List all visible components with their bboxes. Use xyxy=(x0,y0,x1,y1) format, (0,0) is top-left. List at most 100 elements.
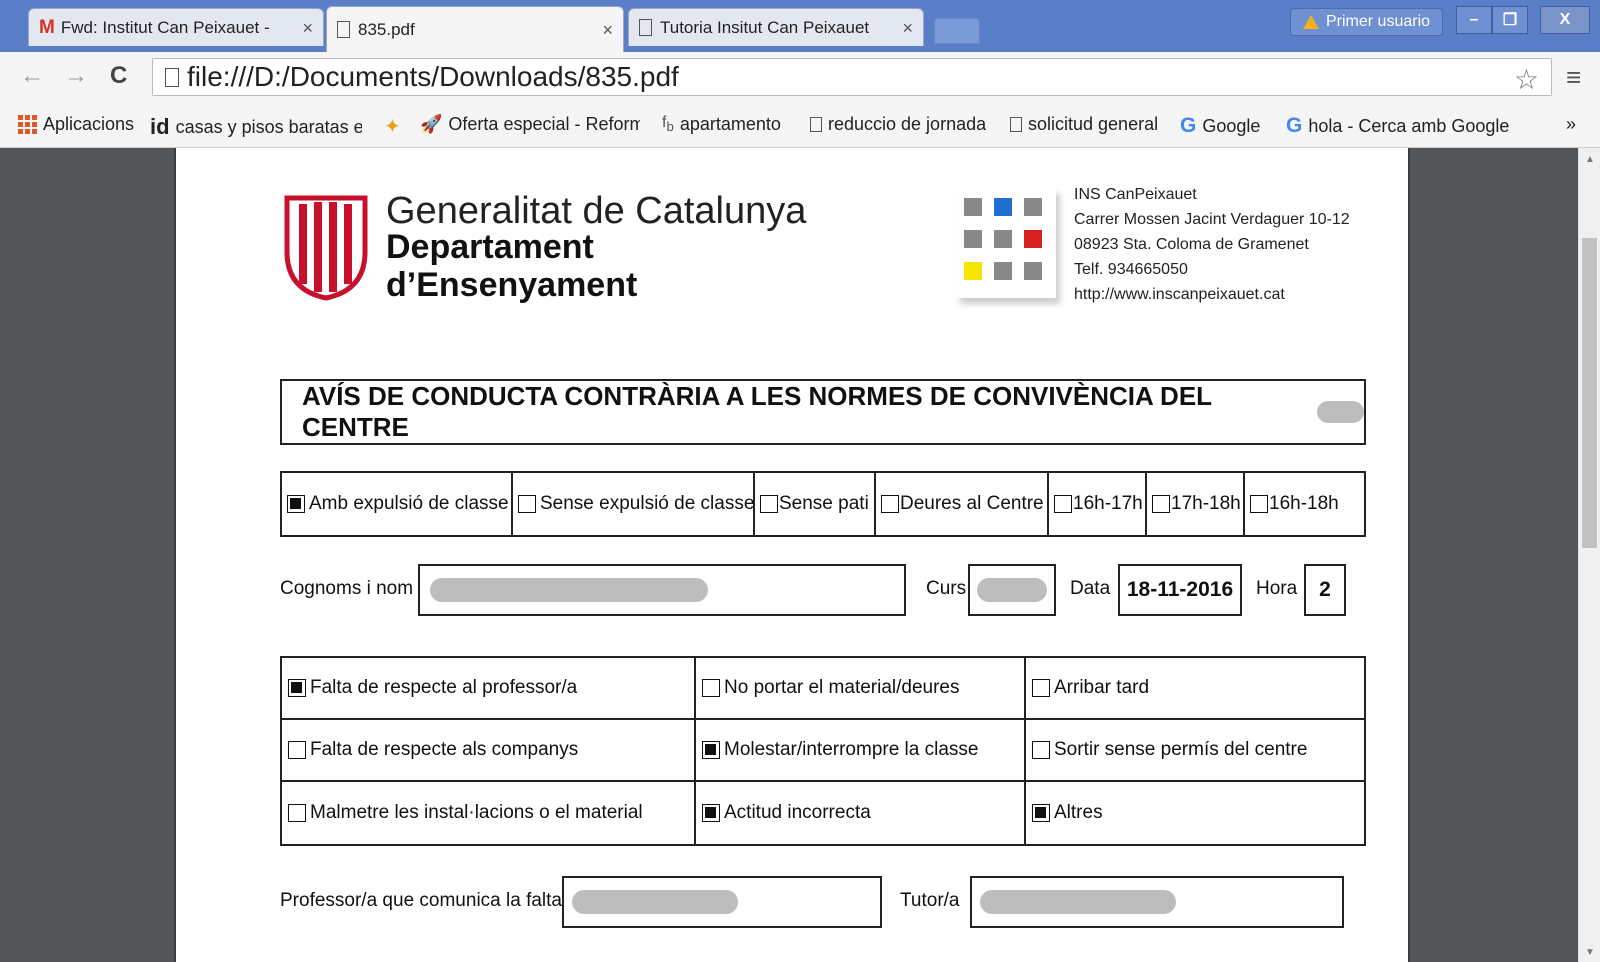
bookmark-label: apartamento xyxy=(679,114,781,134)
option-label: 16h-18h xyxy=(1269,493,1339,514)
bookmark-apartamento[interactable]: fb apartamento xyxy=(662,114,781,135)
checkbox[interactable] xyxy=(881,495,899,513)
conduct-item[interactable]: Falta de respecte al professor/a xyxy=(282,658,696,720)
checkbox[interactable] xyxy=(1152,495,1170,513)
checkbox[interactable] xyxy=(1032,741,1050,759)
close-tab-icon[interactable]: × xyxy=(302,18,313,39)
bookmark-google[interactable]: G Google xyxy=(1180,114,1260,138)
scrollbar[interactable]: ▲ ▼ xyxy=(1578,148,1600,962)
date-field[interactable]: 18-11-2016 xyxy=(1118,564,1242,616)
url-text: file:///D:/Documents/Downloads/835.pdf xyxy=(187,61,679,92)
checkbox[interactable] xyxy=(1032,679,1050,697)
course-field[interactable] xyxy=(968,564,1056,616)
bookmarks-bar: Aplicacions id casas y pisos baratas er … xyxy=(0,102,1600,148)
hour-label: Hora xyxy=(1256,578,1298,599)
user-profile-button[interactable]: Primer usuario xyxy=(1290,8,1444,36)
new-tab-button[interactable] xyxy=(934,18,980,44)
scroll-down-icon[interactable]: ▼ xyxy=(1585,947,1595,958)
scrollbar-thumb[interactable] xyxy=(1582,238,1597,548)
checkbox[interactable] xyxy=(518,495,536,513)
conduct-label: No portar el material/deures xyxy=(724,677,960,698)
date-label: Data xyxy=(1070,578,1111,599)
conduct-item[interactable]: Arribar tard xyxy=(1026,658,1364,720)
forward-button[interactable]: → xyxy=(64,62,88,90)
bookmark-pinwheel[interactable]: ✦ xyxy=(384,114,401,139)
close-window-button[interactable]: X xyxy=(1540,6,1590,34)
checkbox[interactable] xyxy=(1250,495,1268,513)
bookmark-casas[interactable]: id casas y pisos baratas er xyxy=(150,114,362,140)
bookmark-oferta[interactable]: 🚀 Oferta especial - Reform xyxy=(420,114,640,135)
bookmark-hola[interactable]: G hola - Cerca amb Google xyxy=(1286,114,1509,138)
bookmark-reduccio[interactable]: reduccio de jornada xyxy=(810,114,986,135)
option-16-17[interactable]: 16h-17h xyxy=(1049,473,1147,535)
bookmark-label: casas y pisos baratas er xyxy=(175,116,362,137)
tab-835-pdf[interactable]: 835.pdf × xyxy=(326,6,624,52)
option-label: Deures al Centre xyxy=(900,493,1044,514)
checkbox[interactable] xyxy=(760,495,778,513)
conduct-item[interactable]: Falta de respecte als companys xyxy=(282,720,696,782)
checkbox-checked[interactable] xyxy=(288,679,306,697)
checkbox-checked[interactable] xyxy=(702,804,720,822)
reload-button[interactable]: C xyxy=(110,62,127,90)
checkbox-checked[interactable] xyxy=(1032,804,1050,822)
conduct-item[interactable]: Sortir sense permís del centre xyxy=(1026,720,1364,782)
bookmarks-more[interactable]: » xyxy=(1566,114,1576,135)
conduct-item[interactable]: No portar el material/deures xyxy=(696,658,1026,720)
conduct-item[interactable]: Altres xyxy=(1026,782,1364,844)
close-tab-icon[interactable]: × xyxy=(902,18,913,39)
conduct-grid: Falta de respecte al professor/a No port… xyxy=(280,656,1366,846)
checkbox[interactable] xyxy=(288,804,306,822)
page-icon xyxy=(165,67,179,87)
warning-icon xyxy=(1303,15,1319,29)
browser-titlebar: M Fwd: Institut Can Peixauet - × 835.pdf… xyxy=(0,0,1600,52)
redacted-field xyxy=(572,890,738,914)
pinwheel-icon: ✦ xyxy=(384,116,401,138)
option-17-18[interactable]: 17h-18h xyxy=(1147,473,1245,535)
tutor-field[interactable] xyxy=(970,876,1344,928)
url-bar[interactable]: file:///D:/Documents/Downloads/835.pdf ☆ xyxy=(152,58,1552,96)
option-amb-expulsio[interactable]: Amb expulsió de classe xyxy=(282,473,513,535)
fb-icon: fb xyxy=(662,114,674,135)
redacted-field xyxy=(430,578,708,602)
option-deures[interactable]: Deures al Centre xyxy=(876,473,1049,535)
option-sense-expulsio[interactable]: Sense expulsió de classe xyxy=(513,473,755,535)
teacher-label: Professor/a que comunica la falta xyxy=(280,890,562,911)
student-name-field[interactable] xyxy=(418,564,906,616)
hour-field[interactable]: 2 xyxy=(1304,564,1346,616)
close-tab-icon[interactable]: × xyxy=(602,20,613,41)
checkbox[interactable] xyxy=(1054,495,1072,513)
redacted-field xyxy=(980,890,1176,914)
option-label: Amb expulsió de classe xyxy=(309,493,509,514)
menu-icon[interactable]: ≡ xyxy=(1566,62,1581,93)
course-label: Curs xyxy=(926,578,967,599)
conduct-label: Malmetre les instal·lacions o el materia… xyxy=(310,802,643,823)
back-button[interactable]: ← xyxy=(20,62,44,90)
bookmark-label: Aplicacions xyxy=(43,114,135,134)
checkbox-checked[interactable] xyxy=(702,741,720,759)
option-label: 17h-18h xyxy=(1171,493,1241,514)
bookmark-label: Google xyxy=(1202,115,1261,136)
conduct-label: Falta de respecte als companys xyxy=(310,739,579,760)
checkbox[interactable] xyxy=(702,679,720,697)
tab-tutoria[interactable]: Tutoria Insitut Can Peixauet × xyxy=(628,8,924,46)
checkbox-checked[interactable] xyxy=(287,495,305,513)
school-logo-icon xyxy=(956,188,1056,298)
teacher-field[interactable] xyxy=(562,876,882,928)
pdf-page: Generalitat de Catalunya Departament d’E… xyxy=(174,148,1410,962)
org-name: Generalitat de Catalunya xyxy=(386,190,807,232)
bookmark-label: Oferta especial - Reform xyxy=(448,114,640,134)
bookmark-solicitud[interactable]: solicitud general xyxy=(1010,114,1158,135)
conduct-item[interactable]: Actitud incorrecta xyxy=(696,782,1026,844)
student-label: Cognoms i nom xyxy=(280,578,414,599)
restore-button[interactable]: ❐ xyxy=(1492,6,1528,34)
option-sense-pati[interactable]: Sense pati xyxy=(755,473,876,535)
bookmark-star-icon[interactable]: ☆ xyxy=(1514,63,1539,96)
conduct-item[interactable]: Molestar/interrompre la classe xyxy=(696,720,1026,782)
conduct-item[interactable]: Malmetre les instal·lacions o el materia… xyxy=(282,782,696,844)
minimize-button[interactable]: – xyxy=(1456,6,1492,34)
scroll-up-icon[interactable]: ▲ xyxy=(1585,154,1595,165)
tab-gmail[interactable]: M Fwd: Institut Can Peixauet - × xyxy=(28,8,324,46)
bookmark-aplicacions[interactable]: Aplicacions xyxy=(18,114,134,135)
option-16-18[interactable]: 16h-18h xyxy=(1245,473,1364,535)
checkbox[interactable] xyxy=(288,741,306,759)
